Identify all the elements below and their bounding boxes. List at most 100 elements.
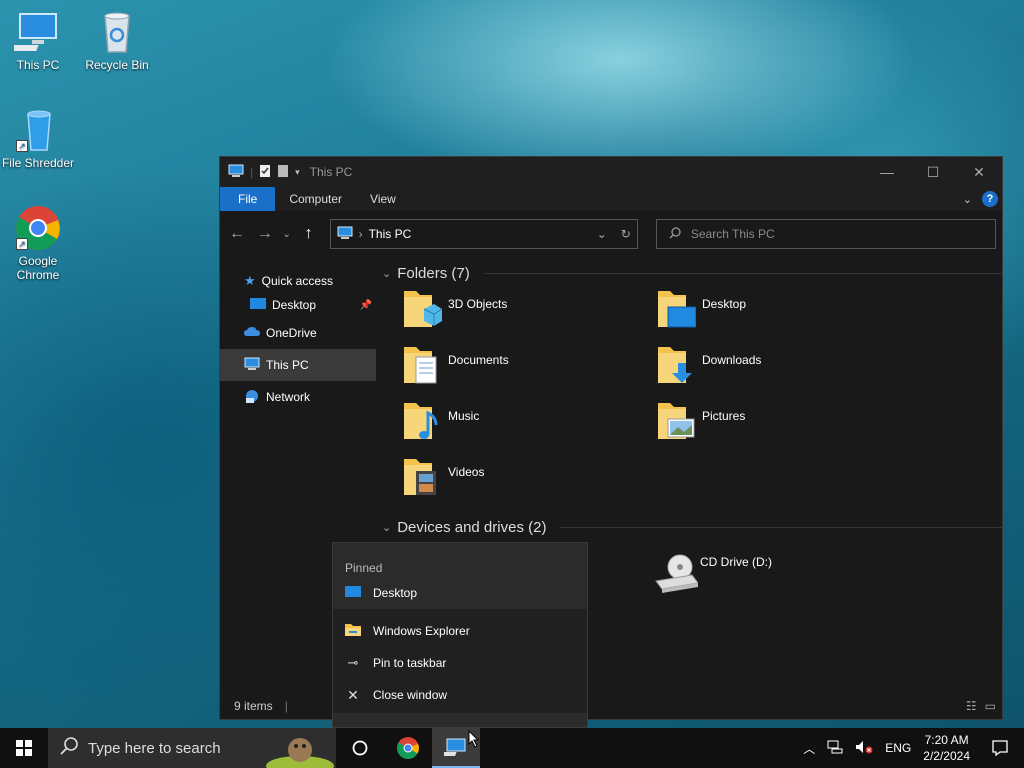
taskbar-chrome-button[interactable] <box>384 728 432 768</box>
folder-videos[interactable]: Videos <box>402 455 656 511</box>
status-separator: | <box>284 699 288 713</box>
network-status-icon[interactable] <box>827 740 843 757</box>
pin-icon[interactable]: 📌 <box>360 300 372 311</box>
view-toggle: ☷ ▭ <box>966 699 1002 713</box>
notification-icon <box>992 740 1008 756</box>
tab-computer[interactable]: Computer <box>275 187 356 211</box>
ribbon-tabs: File Computer View ⌄ ? <box>220 187 1002 211</box>
nav-item-network[interactable]: Network <box>220 381 376 413</box>
new-folder-icon[interactable] <box>277 164 289 181</box>
properties-icon[interactable] <box>259 164 271 181</box>
desktop-icon-file-shredder[interactable]: ↗ File Shredder <box>0 106 76 170</box>
action-center-button[interactable] <box>982 740 1018 756</box>
back-arrow-icon[interactable]: ← <box>226 225 248 243</box>
folder-label: Pictures <box>702 409 746 423</box>
group-header-label: Devices and drives (2) <box>397 518 547 536</box>
input-language[interactable]: ENG <box>885 741 911 755</box>
drive-cd-d[interactable]: CD Drive (D:) <box>654 553 772 597</box>
refresh-icon[interactable]: ↻ <box>621 227 631 241</box>
this-pc-icon <box>337 226 353 243</box>
shortcut-arrow-icon: ↗ <box>16 238 28 250</box>
group-header-folders[interactable]: ⌄ Folders (7) <box>382 259 1002 287</box>
maximize-button[interactable]: ☐ <box>910 157 956 187</box>
folder-label: Videos <box>448 465 485 479</box>
nav-item-desktop[interactable]: Desktop 📌 <box>220 293 376 317</box>
nav-item-label: OneDrive <box>266 326 317 340</box>
nav-item-label: Desktop <box>272 298 317 312</box>
collapse-chevron-icon[interactable]: ⌄ <box>382 521 391 534</box>
help-icon[interactable]: ? <box>982 191 998 207</box>
tab-view[interactable]: View <box>356 187 410 211</box>
show-hidden-icons-chevron-icon[interactable]: ︿ <box>803 740 815 757</box>
window-controls: — ☐ ✕ <box>864 157 1002 187</box>
group-divider <box>483 272 1002 274</box>
jump-list-item-desktop[interactable]: Desktop <box>333 577 587 609</box>
volume-muted-icon[interactable] <box>855 740 873 757</box>
folder-desktop-icon <box>656 287 697 331</box>
this-pc-icon <box>228 164 244 181</box>
details-view-icon[interactable]: ☷ <box>966 699 977 713</box>
clock-time: 7:20 AM <box>924 733 969 747</box>
search-input[interactable] <box>690 227 971 241</box>
large-icons-view-icon[interactable]: ▭ <box>985 699 996 713</box>
jump-list-item-label: Close window <box>373 688 448 702</box>
start-button[interactable] <box>0 728 48 768</box>
folder-label: Desktop <box>702 297 747 311</box>
jump-list-item-label: Desktop <box>373 586 418 600</box>
group-divider <box>560 526 1002 528</box>
folder-downloads[interactable]: Downloads <box>656 343 910 399</box>
up-arrow-icon[interactable]: ↑ <box>298 225 320 243</box>
group-header-label: Folders (7) <box>397 264 470 282</box>
folder-documents[interactable]: Documents <box>402 343 656 399</box>
title-bar[interactable]: | ▾ This PC — ☐ ✕ <box>220 157 1002 187</box>
folder-3d-objects[interactable]: 3D Objects <box>402 287 656 343</box>
recent-locations-chevron-icon[interactable]: ⌄ <box>282 229 292 240</box>
jump-list-item-label: Pin to taskbar <box>373 656 447 670</box>
folder-desktop[interactable]: Desktop <box>656 287 910 343</box>
address-dropdown-icon[interactable]: ⌄ <box>597 227 607 241</box>
collapse-chevron-icon[interactable]: ⌄ <box>382 267 391 280</box>
desktop-icon-google-chrome[interactable]: ↗ Google Chrome <box>0 204 76 282</box>
folder-downloads-icon <box>656 343 696 387</box>
forward-arrow-icon[interactable]: → <box>254 225 276 243</box>
nav-item-onedrive[interactable]: OneDrive <box>220 317 376 349</box>
taskbar-search-box[interactable]: Type here to search <box>48 728 336 768</box>
clock[interactable]: 7:20 AM 2/2/2024 <box>923 732 970 764</box>
customize-chevron-icon[interactable]: ▾ <box>295 167 300 178</box>
group-header-devices[interactable]: ⌄ Devices and drives (2) <box>382 513 1002 541</box>
shredder-bin-icon: ↗ <box>14 106 62 154</box>
nav-item-this-pc[interactable]: This PC <box>220 349 376 381</box>
folder-label: Documents <box>448 353 509 367</box>
nav-item-quick-access[interactable]: ★ Quick access <box>220 269 376 293</box>
jump-list-windows-explorer[interactable]: Windows Explorer <box>333 615 587 647</box>
star-icon: ★ <box>244 273 256 288</box>
navigation-bar: ← → ⌄ ↑ › This PC ⌄ ↻ <box>220 211 1002 257</box>
search-icon <box>669 226 681 242</box>
cortana-ring-icon <box>352 740 368 756</box>
jump-list-actions: Windows Explorer ⊸ Pin to taskbar ✕ Clos… <box>333 609 587 713</box>
desktop-icon-recycle-bin[interactable]: Recycle Bin <box>79 8 155 72</box>
jump-list-close-window[interactable]: ✕ Close window <box>333 679 587 711</box>
jump-list-item-label: Windows Explorer <box>373 624 470 638</box>
chrome-icon: ↗ <box>14 204 62 252</box>
taskbar-explorer-button[interactable] <box>432 728 480 768</box>
tab-file[interactable]: File <box>220 187 276 211</box>
minimize-button[interactable]: — <box>864 157 910 187</box>
folder-music[interactable]: Music <box>402 399 656 455</box>
search-highlight-illustration-icon <box>260 730 336 768</box>
folder-music-icon <box>402 399 442 443</box>
expand-ribbon-icon[interactable]: ⌄ <box>963 193 972 206</box>
desktop-icon-this-pc[interactable]: This PC <box>0 8 76 72</box>
windows-logo-icon <box>16 740 32 756</box>
search-box[interactable] <box>655 219 996 249</box>
desktop-icon-label: Google Chrome <box>16 254 60 282</box>
address-bar[interactable]: › This PC ⌄ ↻ <box>329 219 638 249</box>
drive-label: CD Drive (D:) <box>700 555 772 569</box>
task-view-button[interactable] <box>336 728 384 768</box>
jump-list-pin-to-taskbar[interactable]: ⊸ Pin to taskbar <box>333 647 587 679</box>
close-button[interactable]: ✕ <box>956 157 1002 187</box>
nav-item-label: This PC <box>266 358 309 372</box>
folder-pictures[interactable]: Pictures <box>656 399 910 455</box>
breadcrumb-chevron-icon[interactable]: › <box>359 227 363 241</box>
desktop-folder-icon <box>250 297 266 313</box>
